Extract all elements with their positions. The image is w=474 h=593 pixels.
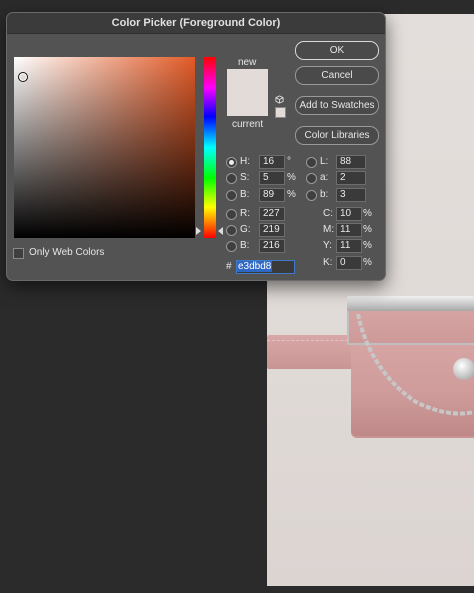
current-label: current (232, 119, 264, 130)
bag-clasp (453, 358, 474, 380)
hue-slider[interactable] (204, 57, 216, 238)
brightness-label: B: (240, 189, 250, 200)
green-label: G: (240, 224, 251, 235)
blue-radio[interactable] (226, 241, 237, 252)
lab-b-label: b: (320, 189, 329, 200)
brightness-unit: % (287, 189, 296, 200)
new-label: new (238, 57, 257, 68)
cyan-unit: % (363, 208, 372, 219)
black-input[interactable]: 0 (336, 256, 362, 270)
red-input[interactable]: 227 (259, 207, 285, 221)
lab-l-input[interactable]: 88 (336, 155, 366, 169)
saturation-brightness-field[interactable] (14, 57, 195, 238)
hue-row: H: 16 ° (226, 155, 306, 169)
cyan-row: C: 10 % (323, 207, 379, 221)
lab-l-label: L: (320, 156, 329, 167)
only-web-colors-checkbox[interactable] (13, 248, 24, 259)
color-libraries-button[interactable]: Color Libraries (295, 126, 379, 145)
magenta-unit: % (363, 224, 372, 235)
hex-input[interactable]: e3dbd8 (236, 260, 295, 274)
black-label: K: (323, 257, 333, 268)
cyan-label: C: (323, 208, 333, 219)
hex-value: e3dbd8 (237, 261, 273, 272)
out-of-gamut-cube-icon[interactable] (275, 95, 284, 104)
brightness-radio[interactable] (226, 190, 237, 201)
hex-prefix: # (226, 261, 232, 272)
add-to-swatches-button[interactable]: Add to Swatches (295, 96, 379, 115)
green-row: G: 219 (226, 223, 306, 237)
current-color-swatch[interactable] (227, 91, 268, 116)
cancel-button[interactable]: Cancel (295, 66, 379, 85)
lab-a-row: a: 2 (306, 171, 376, 185)
dialog-title: Color Picker (Foreground Color) (7, 13, 385, 34)
magenta-label: M: (323, 224, 335, 235)
hue-slider-right-arrow-icon[interactable] (218, 227, 223, 235)
new-color-swatch (227, 69, 268, 91)
field-marker-icon[interactable] (18, 72, 28, 82)
yellow-input[interactable]: 11 (336, 239, 362, 253)
magenta-input[interactable]: 11 (336, 223, 362, 237)
hue-slider-left-arrow-icon[interactable] (196, 227, 201, 235)
hue-label: H: (240, 156, 250, 167)
green-radio[interactable] (226, 225, 237, 236)
ok-button[interactable]: OK (295, 41, 379, 60)
saturation-input[interactable]: 5 (259, 171, 285, 185)
lab-b-radio[interactable] (306, 190, 317, 201)
brightness-row: B: 89 % (226, 188, 306, 202)
red-row: R: 227 (226, 207, 306, 221)
saturation-label: S: (240, 172, 250, 183)
lab-l-radio[interactable] (306, 157, 317, 168)
hue-input[interactable]: 16 (259, 155, 285, 169)
green-input[interactable]: 219 (259, 223, 285, 237)
bag-metal-bar (347, 296, 474, 311)
lab-b-row: b: 3 (306, 188, 376, 202)
hue-unit: ° (287, 156, 291, 167)
red-radio[interactable] (226, 209, 237, 220)
bag-strap (267, 335, 353, 369)
blue-input[interactable]: 216 (259, 239, 285, 253)
cyan-input[interactable]: 10 (336, 207, 362, 221)
blue-label: B: (240, 240, 250, 251)
color-picker-dialog: Color Picker (Foreground Color) new curr… (6, 12, 386, 281)
saturation-radio[interactable] (226, 173, 237, 184)
lab-a-radio[interactable] (306, 173, 317, 184)
red-label: R: (240, 208, 250, 219)
yellow-unit: % (363, 240, 372, 251)
saturation-row: S: 5 % (226, 171, 306, 185)
magenta-row: M: 11 % (323, 223, 379, 237)
black-row: K: 0 % (323, 256, 379, 270)
brightness-input[interactable]: 89 (259, 188, 285, 202)
yellow-label: Y: (323, 240, 332, 251)
blue-row: B: 216 (226, 239, 306, 253)
only-web-colors-label: Only Web Colors (29, 247, 105, 258)
hue-radio[interactable] (226, 157, 237, 168)
lab-a-input[interactable]: 2 (336, 171, 366, 185)
web-safe-swatch[interactable] (275, 107, 286, 118)
lab-b-input[interactable]: 3 (336, 188, 366, 202)
saturation-unit: % (287, 172, 296, 183)
yellow-row: Y: 11 % (323, 239, 379, 253)
black-unit: % (363, 257, 372, 268)
lab-l-row: L: 88 (306, 155, 376, 169)
lab-a-label: a: (320, 172, 329, 183)
